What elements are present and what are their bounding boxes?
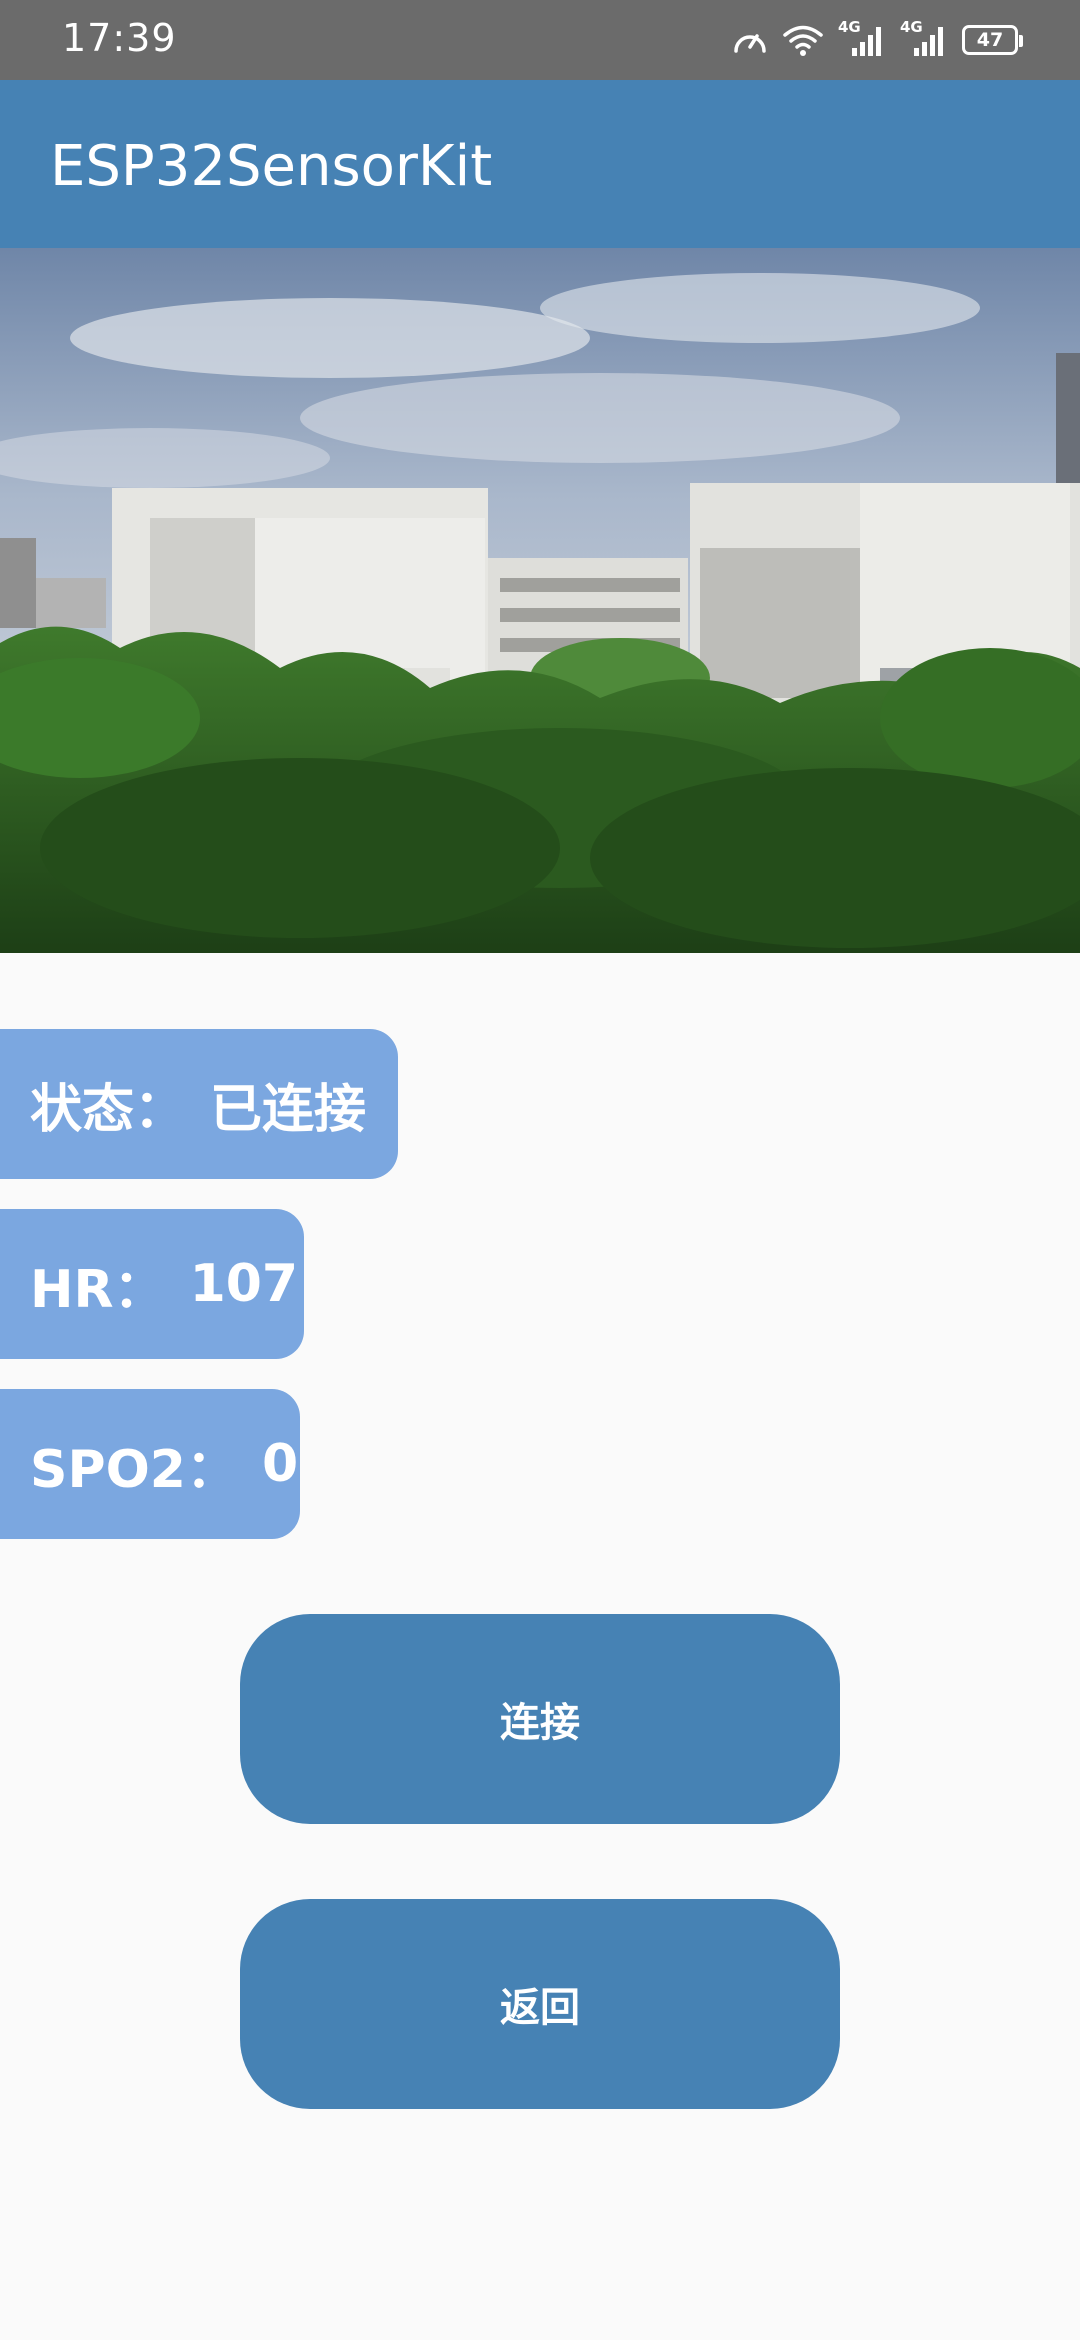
connect-button-label: 连接 xyxy=(500,1700,580,1746)
status-time: 17:39 xyxy=(62,16,177,60)
status-label: 状态： xyxy=(30,1079,187,1140)
signal-4g-icon: 4G xyxy=(838,18,886,58)
status-chip: 状态： 已连接 xyxy=(0,1029,398,1179)
campus-building-photo xyxy=(0,248,1080,953)
app-title: ESP32SensorKit xyxy=(50,134,493,199)
signal-4g-icon: 4G xyxy=(900,18,948,58)
spo2-label: SPO2： xyxy=(30,1439,238,1500)
spo2-chip: SPO2： 0 xyxy=(0,1389,300,1539)
connect-button[interactable]: 连接 xyxy=(240,1614,840,1824)
status-value: 已连接 xyxy=(210,1079,367,1140)
status-bar: 17:39 4G 4G 47 xyxy=(0,0,1080,80)
speed-meter-icon xyxy=(732,23,768,57)
back-button-label: 返回 xyxy=(500,1985,580,2031)
hr-value: 107 xyxy=(189,1254,299,1314)
spo2-value: 0 xyxy=(261,1434,299,1494)
app-bar: ESP32SensorKit xyxy=(0,80,1080,248)
status-icons: 4G 4G 47 xyxy=(732,18,1023,60)
battery-level: 47 xyxy=(976,29,1004,51)
back-button[interactable]: 返回 xyxy=(240,1899,840,2109)
app-screen: 17:39 4G 4G 47 ESP32SensorKit 状态： 已连接 HR… xyxy=(0,0,1080,2340)
wifi-icon xyxy=(782,23,824,57)
battery-icon: 47 xyxy=(962,25,1023,55)
hr-label: HR： xyxy=(30,1259,166,1320)
hr-chip: HR： 107 xyxy=(0,1209,304,1359)
